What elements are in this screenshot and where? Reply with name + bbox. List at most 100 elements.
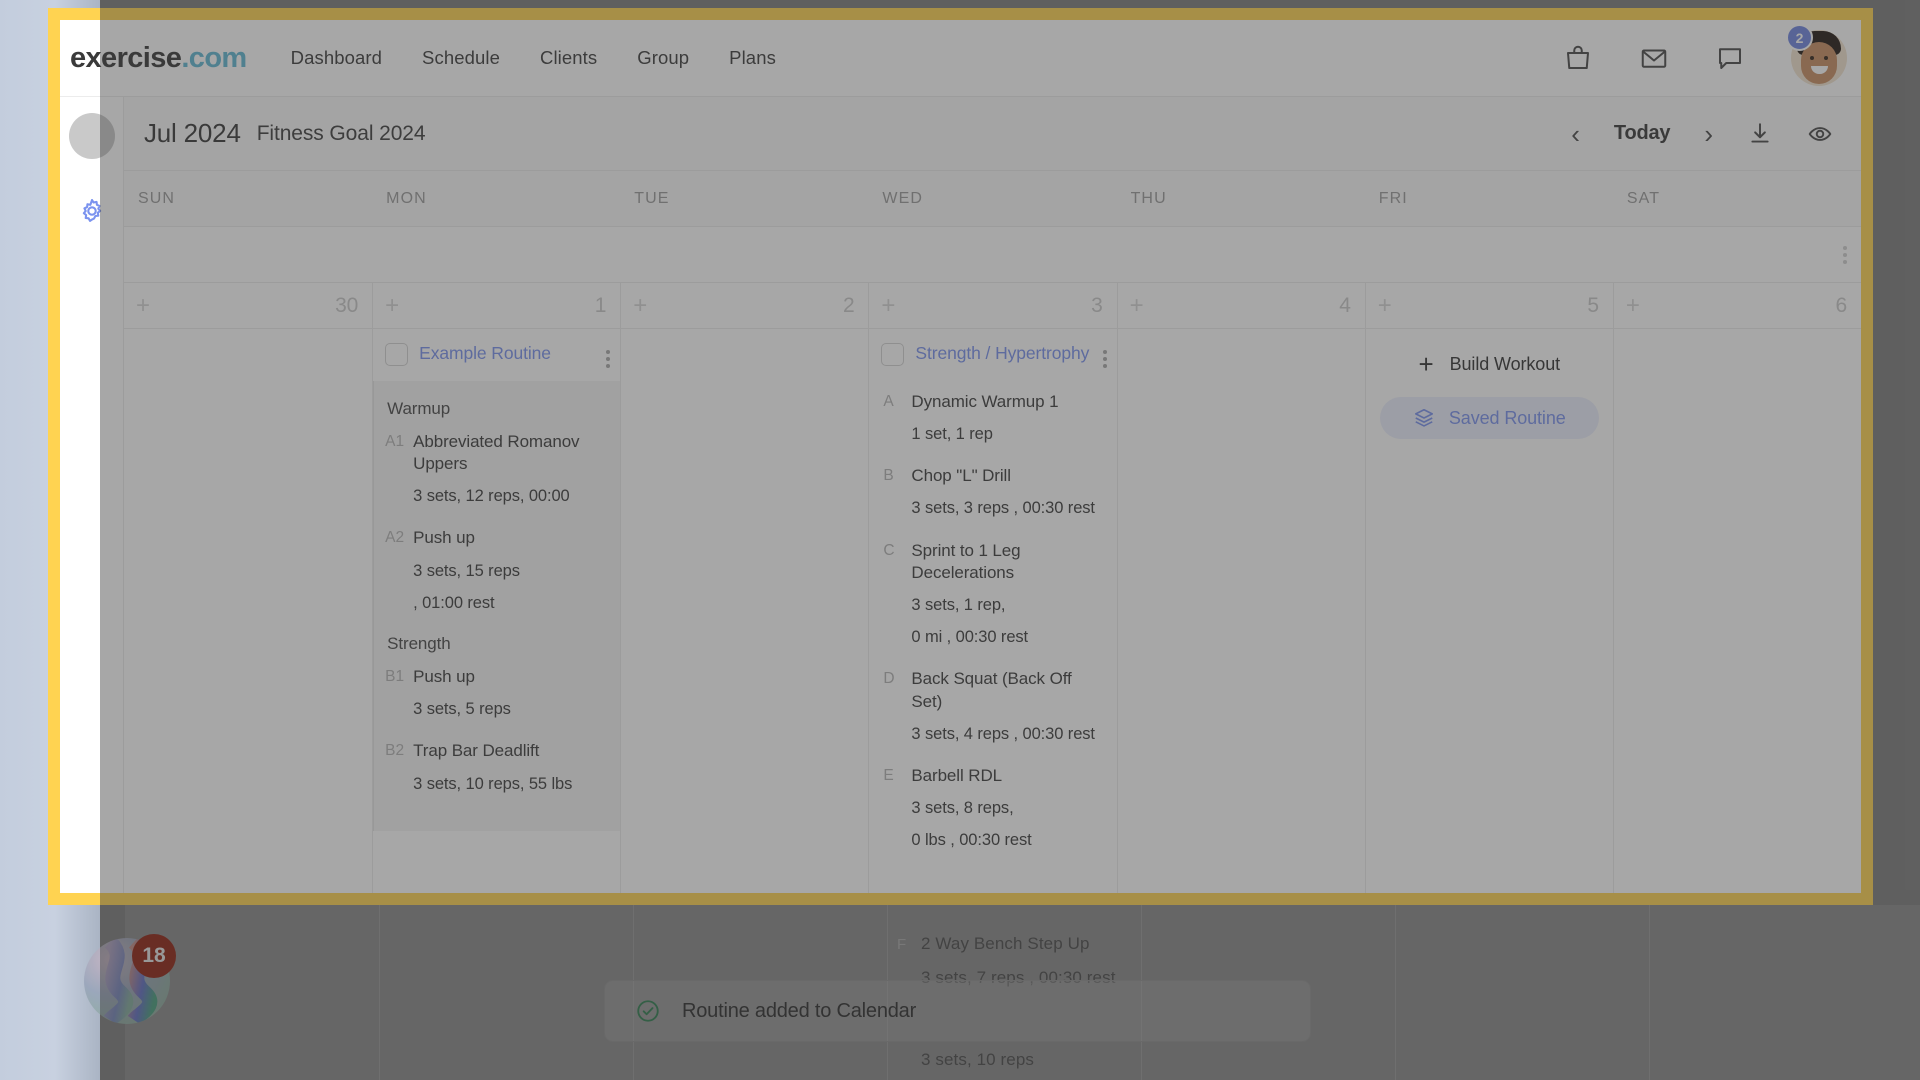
plus-icon: + [1418, 349, 1434, 379]
exercise-name: Chop "L" Drill [911, 466, 1011, 486]
dow-sun: SUN [138, 189, 176, 207]
nav-item-group[interactable]: Group [637, 47, 689, 69]
chat-icon[interactable] [1715, 43, 1745, 73]
layers-icon [1414, 408, 1433, 427]
main-body: Jul 2024 Fitness Goal 2024 ‹ Today › SUN… [60, 97, 1861, 893]
notification-badge[interactable]: 2 [1786, 24, 1813, 51]
screen: F 2 Way Bench Step Up 3 sets, 7 reps , 0… [0, 0, 1920, 1080]
add-event-icon[interactable]: + [633, 293, 647, 318]
prev-week-button[interactable]: ‹ [1571, 121, 1580, 147]
routine-card-monday[interactable]: Example Routine Warmup A1 Abbreviated Ro… [373, 329, 621, 831]
exercise-letter: A2 [385, 529, 405, 547]
exercise-name: Dynamic Warmup 1 [911, 392, 1059, 411]
logo[interactable]: exercise.com [70, 42, 247, 75]
day-column-thu[interactable] [1116, 329, 1365, 893]
add-event-icon[interactable]: + [1626, 293, 1640, 318]
calendar: Jul 2024 Fitness Goal 2024 ‹ Today › SUN… [124, 97, 1861, 893]
add-event-icon[interactable]: + [136, 293, 150, 318]
exercise-item[interactable]: B2 Trap Bar Deadlift 3 sets, 10 reps, 55… [385, 740, 608, 794]
highlighted-viewport: exercise.com Dashboard Schedule Clients … [48, 8, 1873, 905]
date-number: 6 [1835, 293, 1848, 317]
build-workout-button[interactable]: + Build Workout [1380, 347, 1599, 381]
nav-item-clients[interactable]: Clients [540, 47, 597, 69]
date-cell-sun[interactable]: + 30 [124, 283, 372, 328]
exercise-name: Abbreviated Romanov Uppers [413, 432, 580, 474]
exercise-item[interactable]: A2 Push up 3 sets, 15 reps , 01:00 rest [385, 527, 608, 614]
date-number: 2 [842, 293, 855, 317]
day-column-sun[interactable] [124, 329, 373, 893]
nav-links: Dashboard Schedule Clients Group Plans [291, 47, 776, 69]
day-column-mon[interactable]: Example Routine Warmup A1 Abbreviated Ro… [372, 329, 621, 893]
routine-title[interactable]: Strength / Hypertrophy [915, 341, 1094, 366]
add-event-icon[interactable]: + [1130, 293, 1144, 318]
date-cell-tue[interactable]: + 2 [620, 283, 868, 328]
all-day-menu-icon[interactable] [1843, 243, 1847, 267]
add-event-icon[interactable]: + [881, 293, 895, 318]
routine-card-body: A Dynamic Warmup 1 1 set, 1 rep B Chop "… [869, 381, 1117, 888]
gear-icon[interactable] [78, 197, 106, 225]
routine-card-body: Warmup A1 Abbreviated Romanov Uppers 3 s… [373, 381, 621, 831]
routine-menu-icon[interactable] [606, 347, 611, 371]
calendar-toolbar-actions: ‹ Today › [1571, 121, 1843, 147]
day-column-sat[interactable] [1612, 329, 1861, 893]
logo-main: exercise [70, 41, 182, 74]
next-week-button[interactable]: › [1704, 121, 1713, 147]
chat-unread-badge[interactable]: 18 [132, 934, 176, 978]
toast-message: Routine added to Calendar [682, 999, 917, 1022]
exercise-detail: 1 set, 1 rep [911, 425, 993, 444]
routine-title[interactable]: Example Routine [419, 341, 598, 366]
exercise-detail: 3 sets, 1 rep, [911, 595, 1006, 614]
eye-icon[interactable] [1807, 121, 1833, 147]
saved-routine-button[interactable]: Saved Routine [1379, 397, 1599, 439]
date-number: 1 [594, 293, 607, 317]
clipped-exercise-letter: F [897, 936, 907, 953]
add-event-icon[interactable]: + [1378, 293, 1392, 318]
routine-checkbox[interactable] [385, 343, 409, 366]
user-avatar-wrapper[interactable]: 2 [1786, 24, 1847, 86]
clipped-exercise-name: 2 Way Bench Step Up [921, 934, 1090, 953]
date-number: 30 [335, 293, 359, 317]
all-day-row [124, 227, 1861, 283]
routine-checkbox[interactable] [881, 343, 905, 366]
rail-avatar[interactable] [68, 113, 115, 159]
nav-item-dashboard[interactable]: Dashboard [291, 47, 382, 69]
dow-wed: WED [882, 189, 924, 207]
calendar-grid: Example Routine Warmup A1 Abbreviated Ro… [124, 329, 1861, 893]
day-column-wed[interactable]: Strength / Hypertrophy A Dynamic Warmup … [868, 329, 1117, 893]
routine-menu-icon[interactable] [1102, 347, 1107, 371]
top-navigation-bar: exercise.com Dashboard Schedule Clients … [60, 20, 1861, 97]
mail-icon[interactable] [1639, 43, 1669, 73]
dow-fri: FRI [1378, 189, 1408, 207]
date-cell-fri[interactable]: + 5 [1364, 283, 1613, 328]
day-column-fri[interactable]: + Build Workout Saved Routine [1364, 329, 1613, 893]
logo-suffix: .com [181, 41, 247, 74]
toast-notification: Routine added to Calendar [604, 980, 1311, 1042]
routine-card-wednesday[interactable]: Strength / Hypertrophy A Dynamic Warmup … [869, 329, 1117, 888]
exercise-item[interactable]: B Chop "L" Drill 3 sets, 3 reps , 00:30 … [883, 465, 1104, 519]
exercise-name: Push up [413, 528, 475, 548]
exercise-item[interactable]: D Back Squat (Back Off Set) 3 sets, 4 re… [883, 668, 1104, 744]
date-cell-sat[interactable]: + 6 [1612, 283, 1861, 328]
exercise-item[interactable]: C Sprint to 1 Leg Decelerations 3 sets, … [883, 540, 1104, 649]
exercise-item[interactable]: B1 Push up 3 sets, 5 reps [385, 666, 608, 720]
date-cell-mon[interactable]: + 1 [372, 283, 620, 328]
shopping-bag-icon[interactable] [1563, 43, 1593, 73]
exercise-item[interactable]: A1 Abbreviated Romanov Uppers 3 sets, 12… [385, 431, 608, 507]
saved-routine-label: Saved Routine [1448, 407, 1566, 428]
nav-item-schedule[interactable]: Schedule [422, 47, 500, 69]
add-event-icon[interactable]: + [385, 293, 399, 318]
date-cell-wed[interactable]: + 3 [868, 283, 1116, 328]
exercise-letter: B1 [385, 668, 405, 686]
nav-item-plans[interactable]: Plans [729, 47, 776, 69]
date-cell-thu[interactable]: + 4 [1116, 283, 1365, 328]
chat-support-widget[interactable]: 18 [84, 934, 176, 1024]
download-icon[interactable] [1747, 121, 1773, 147]
page-title: Jul 2024 [144, 118, 241, 148]
day-column-tue[interactable] [620, 329, 869, 893]
exercise-name: Push up [413, 667, 475, 687]
exercise-letter: A1 [385, 433, 405, 450]
exercise-item[interactable]: A Dynamic Warmup 1 1 set, 1 rep [883, 391, 1104, 445]
today-button[interactable]: Today [1614, 122, 1671, 145]
exercise-item[interactable]: E Barbell RDL 3 sets, 8 reps, 0 lbs , 00… [883, 765, 1104, 852]
exercise-name: Barbell RDL [911, 765, 1002, 785]
